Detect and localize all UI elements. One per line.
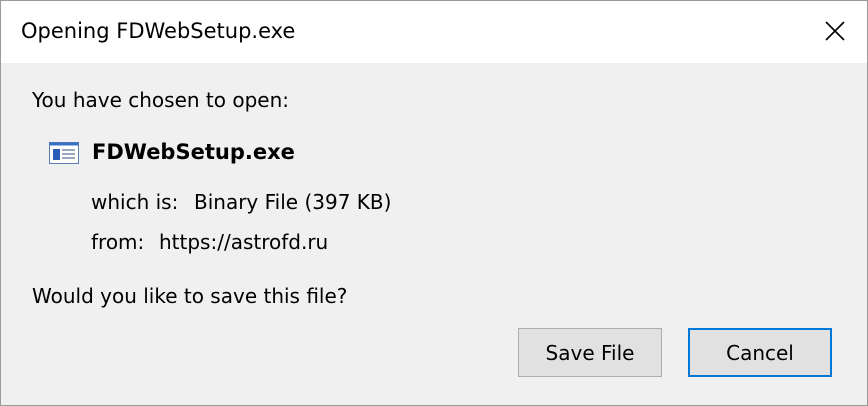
executable-file-icon xyxy=(49,142,79,164)
title-bar[interactable]: Opening FDWebSetup.exe xyxy=(1,1,867,63)
source-label: from: xyxy=(91,230,145,254)
cancel-button[interactable]: Cancel xyxy=(688,328,832,377)
file-download-dialog: Opening FDWebSetup.exe You have chosen t… xyxy=(0,0,868,406)
dialog-title: Opening FDWebSetup.exe xyxy=(21,19,296,43)
close-icon xyxy=(825,21,845,41)
close-button[interactable] xyxy=(803,1,867,61)
file-type-value: Binary File (397 KB) xyxy=(194,190,392,214)
intro-text: You have chosen to open: xyxy=(32,88,290,112)
file-type-label: which is: xyxy=(91,190,179,214)
save-file-button[interactable]: Save File xyxy=(518,328,662,377)
source-url: https://astrofd.ru xyxy=(159,230,329,254)
file-name: FDWebSetup.exe xyxy=(92,140,295,164)
save-question: Would you like to save this file? xyxy=(32,284,348,308)
